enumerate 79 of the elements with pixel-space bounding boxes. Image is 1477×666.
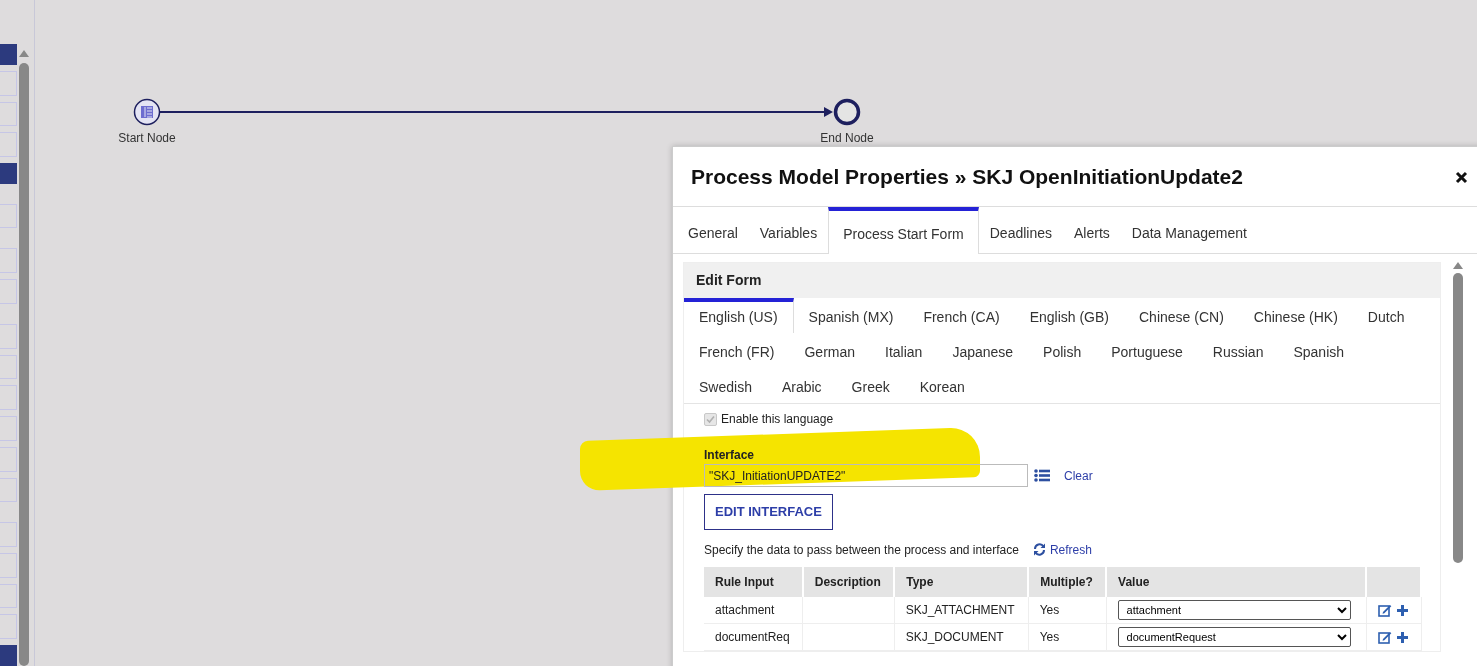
- table-cell: Yes: [1028, 596, 1107, 624]
- tab[interactable]: Variables: [748, 207, 829, 253]
- palette-slot[interactable]: [0, 101, 17, 127]
- language-tab[interactable]: Swedish: [684, 368, 767, 403]
- palette-slot[interactable]: [0, 522, 17, 547]
- tab[interactable]: General: [677, 207, 749, 253]
- language-tab[interactable]: French (CA): [908, 298, 1015, 333]
- palette-slot[interactable]: [0, 583, 17, 609]
- dialog-title: Process Model Properties » SKJ OpenInitiationUpdate2: [691, 163, 1243, 190]
- palette-slot[interactable]: [0, 552, 17, 578]
- palette-item[interactable]: [0, 645, 17, 666]
- language-tab[interactable]: Spanish: [1278, 333, 1360, 368]
- palette-slot[interactable]: [0, 477, 17, 503]
- language-tab[interactable]: Greek: [836, 368, 905, 403]
- palette-slot[interactable]: [0, 70, 17, 96]
- palette-slot[interactable]: [0, 354, 17, 380]
- language-tab[interactable]: Russian: [1197, 333, 1279, 368]
- palette-slot[interactable]: [0, 614, 17, 640]
- edit-icon[interactable]: [1377, 630, 1392, 644]
- interface-field[interactable]: "SKJ_InitiationUPDATE2": [704, 464, 1028, 487]
- table-cell: SKJ_ATTACHMENT: [894, 596, 1029, 624]
- language-tab[interactable]: Dutch: [1352, 298, 1420, 333]
- language-tab[interactable]: Portuguese: [1096, 333, 1198, 368]
- palette-slot[interactable]: [0, 248, 17, 274]
- scrollbar-thumb[interactable]: [19, 63, 29, 666]
- add-icon[interactable]: [1395, 630, 1409, 644]
- edit-icon[interactable]: [1377, 602, 1392, 617]
- table-cell: attachment: [704, 596, 803, 624]
- language-tab[interactable]: Italian: [870, 333, 938, 368]
- palette-slot[interactable]: [0, 132, 17, 157]
- table-cell: SKJ_DOCUMENT: [894, 623, 1029, 651]
- end-node-icon[interactable]: [833, 98, 861, 126]
- edit-interface-button[interactable]: EDIT INTERFACE: [704, 494, 833, 530]
- node-label: Start Node: [118, 130, 176, 147]
- tab[interactable]: Process Start Form: [828, 207, 979, 254]
- tab[interactable]: Data Management: [1120, 207, 1258, 253]
- palette-slot[interactable]: [0, 203, 17, 229]
- palette-slot[interactable]: [0, 323, 17, 349]
- add-icon[interactable]: [1395, 602, 1409, 617]
- language-tab[interactable]: Korean: [904, 368, 980, 403]
- instruction-text: Specify the data to pass between the process and interface: [704, 541, 1019, 559]
- value-dropdown[interactable]: attachment: [1117, 599, 1351, 620]
- language-tab[interactable]: Polish: [1028, 333, 1097, 368]
- value-dropdown[interactable]: documentRequest: [1117, 627, 1351, 647]
- language-tab[interactable]: Chinese (CN): [1124, 298, 1239, 333]
- language-tab[interactable]: French (FR): [684, 333, 790, 368]
- language-tab[interactable]: German: [789, 333, 871, 368]
- column-header: Value: [1106, 566, 1367, 597]
- refresh-link[interactable]: Refresh: [1049, 540, 1092, 559]
- refresh-icon[interactable]: [1032, 543, 1046, 556]
- language-tab[interactable]: English (GB): [1014, 298, 1124, 333]
- column-header: Description: [802, 566, 895, 597]
- column-header: Type: [894, 566, 1029, 597]
- language-tab[interactable]: Chinese (HK): [1238, 298, 1353, 333]
- checkbox-label: Enable this language: [721, 411, 834, 428]
- palette-item[interactable]: [0, 163, 17, 184]
- tab[interactable]: Alerts: [1063, 207, 1121, 253]
- table-cell: Yes: [1028, 623, 1107, 651]
- node-label: End Node: [820, 130, 874, 147]
- language-tab[interactable]: Spanish (MX): [793, 298, 909, 333]
- clear-link[interactable]: Clear: [1064, 466, 1093, 485]
- palette-slot[interactable]: [0, 385, 17, 410]
- table-cell: documentReq: [704, 623, 803, 651]
- section-header: Edit Form: [684, 263, 1440, 298]
- palette-slot[interactable]: [0, 416, 17, 441]
- field-label: Interface: [704, 447, 756, 464]
- language-tab[interactable]: English (US): [684, 298, 794, 333]
- scrollbar-thumb[interactable]: [1453, 273, 1463, 563]
- column-header: Multiple?: [1028, 566, 1107, 597]
- palette-slot[interactable]: [0, 279, 17, 304]
- palette-slot[interactable]: [0, 446, 17, 472]
- scroll-up-arrow-icon[interactable]: [19, 50, 29, 57]
- start-node-icon[interactable]: [133, 98, 161, 126]
- language-tab[interactable]: Japanese: [937, 333, 1029, 368]
- tab[interactable]: Deadlines: [978, 207, 1063, 253]
- scroll-up-arrow-icon[interactable]: [1453, 262, 1463, 269]
- language-tab[interactable]: Arabic: [766, 368, 837, 403]
- list-icon[interactable]: [1034, 469, 1050, 482]
- column-header: Rule Input: [704, 566, 803, 597]
